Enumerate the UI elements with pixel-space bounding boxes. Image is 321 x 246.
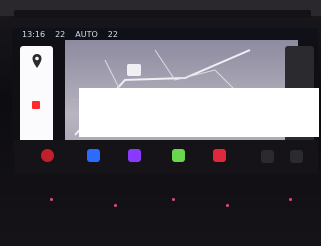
map-chip-icon[interactable]	[127, 64, 141, 76]
location-pin-icon[interactable]	[29, 53, 45, 69]
control-indicator	[50, 198, 53, 201]
status-temp-right: 22	[107, 29, 118, 39]
control-indicator	[226, 204, 229, 207]
media-app[interactable]	[128, 149, 141, 162]
navigation-app[interactable]	[87, 149, 100, 162]
home-app[interactable]	[41, 149, 54, 162]
car-app[interactable]	[290, 150, 303, 163]
status-mode: AUTO	[75, 29, 98, 39]
control-indicator	[114, 204, 117, 207]
control-indicator	[289, 198, 292, 201]
overlay-panel	[79, 88, 319, 137]
settings-app[interactable]	[261, 150, 274, 163]
status-time: 13:16	[22, 29, 46, 39]
camera-app[interactable]	[213, 149, 226, 162]
stop-square-icon[interactable]	[32, 101, 40, 109]
device: 13:16 22 AUTO 22	[0, 0, 321, 246]
hardware-controls	[12, 180, 312, 224]
status-bar: 13:16 22 AUTO 22	[12, 28, 318, 40]
phone-app[interactable]	[172, 149, 185, 162]
device-top-slot	[14, 10, 311, 18]
app-dock	[14, 140, 318, 174]
control-indicator	[172, 198, 175, 201]
status-temp-left: 22	[55, 29, 66, 39]
